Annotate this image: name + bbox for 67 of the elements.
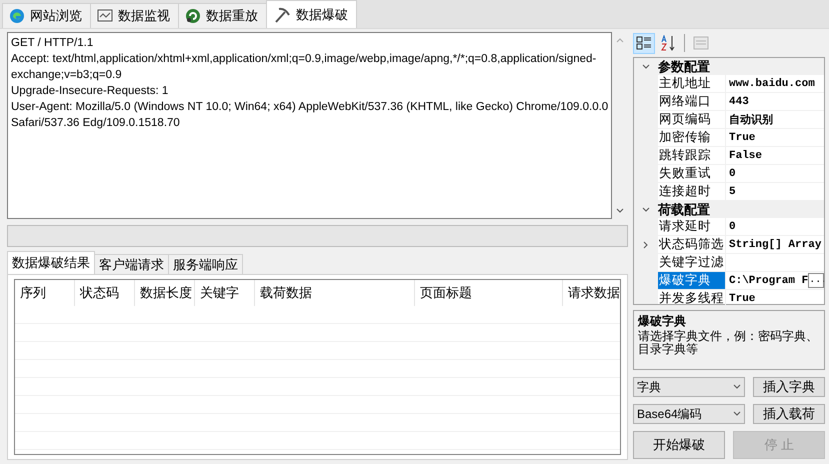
property-value[interactable]: 0 bbox=[729, 220, 736, 232]
property-value[interactable]: True bbox=[729, 292, 756, 304]
request-line: GET / HTTP/1.1 bbox=[11, 36, 94, 51]
property-value[interactable]: C:\Program F bbox=[729, 274, 808, 286]
request-line: Upgrade-Insecure-Requests: 1 bbox=[11, 84, 170, 99]
property-value[interactable]: www.baidu.com bbox=[729, 78, 815, 90]
dropdown-caret-icon[interactable] bbox=[733, 383, 741, 391]
property-value[interactable]: 443 bbox=[729, 96, 749, 108]
start-button[interactable]: 开始爆破 bbox=[633, 431, 726, 459]
tab[interactable]: 数据爆破 bbox=[266, 0, 357, 28]
insert-button[interactable]: 插入载荷 bbox=[753, 404, 826, 424]
tab[interactable]: 服务端响应 bbox=[168, 254, 243, 274]
scroll-down-icon[interactable] bbox=[616, 207, 624, 215]
categorized-icon bbox=[636, 35, 652, 51]
category-label: 荷载配置 bbox=[658, 200, 710, 218]
tab[interactable]: 数据爆破结果 bbox=[7, 251, 95, 274]
column-header[interactable]: 状态码 bbox=[75, 280, 135, 306]
property-name[interactable]: 网页编码 bbox=[658, 111, 726, 128]
description-text: 请选择字典文件，例：密码字典、目录字典等 bbox=[638, 330, 819, 356]
dropdown[interactable]: 字典 bbox=[633, 377, 745, 397]
request-line: User-Agent: Mozilla/5.0 (Windows NT 10.0; Win64; x64) AppleWebKit/537.36 (KHTML, like Gecko) Chrome/109.0.0.0 bbox=[11, 100, 608, 115]
property-name[interactable]: 爆破字典 bbox=[658, 272, 726, 289]
property-name[interactable]: 网络端口 bbox=[658, 93, 726, 110]
property-name[interactable]: 并发多线程 bbox=[658, 290, 726, 307]
collapse-icon[interactable] bbox=[642, 62, 650, 70]
dropdown-caret-icon[interactable] bbox=[733, 410, 741, 418]
tab[interactable]: 数据重放 bbox=[178, 3, 267, 28]
column-header[interactable]: 页面标题 bbox=[415, 280, 563, 306]
request-line: Safari/537.36 Edg/109.0.1518.70 bbox=[11, 116, 181, 131]
property-value[interactable]: True bbox=[729, 132, 756, 144]
property-name[interactable]: 失败重试 bbox=[658, 165, 726, 182]
column-header[interactable]: 数据长度 bbox=[135, 280, 195, 306]
property-value[interactable]: 0 bbox=[729, 168, 736, 180]
sort-alphabetical-icon bbox=[660, 35, 676, 51]
column-header[interactable]: 序列 bbox=[15, 280, 75, 306]
expand-icon[interactable] bbox=[642, 240, 650, 248]
request-line: exchange;v=b3;q=0.9 bbox=[11, 68, 123, 83]
property-pages-icon bbox=[693, 36, 709, 50]
property-name[interactable]: 请求延时 bbox=[658, 218, 726, 235]
pickaxe-icon bbox=[273, 6, 291, 22]
property-value[interactable]: False bbox=[729, 150, 762, 162]
property-name[interactable]: 加密传输 bbox=[658, 129, 726, 146]
replay-icon bbox=[185, 8, 201, 24]
tab[interactable]: 数据监视 bbox=[90, 3, 179, 28]
request-line: Accept: text/html,application/xhtml+xml,application/xml;q=0.9,image/webp,image/apng,*/*;q=0.8,application/signed- bbox=[11, 52, 598, 67]
column-header[interactable]: 载荷数据 bbox=[255, 280, 415, 306]
dropdown[interactable]: Base64编码 bbox=[633, 404, 745, 424]
category-label: 参数配置 bbox=[658, 58, 710, 76]
insert-button[interactable]: 插入字典 bbox=[753, 377, 826, 397]
property-value[interactable]: 5 bbox=[729, 186, 736, 198]
tab[interactable]: 客户端请求 bbox=[94, 254, 169, 274]
property-value[interactable]: 自动识别 bbox=[729, 112, 773, 127]
column-header[interactable]: 请求数据 bbox=[563, 280, 620, 306]
categorized-button[interactable] bbox=[633, 32, 655, 54]
browser-logo-icon bbox=[9, 8, 25, 24]
wave-monitor-icon bbox=[97, 9, 113, 23]
property-name[interactable]: 连接超时 bbox=[658, 183, 726, 200]
property-name[interactable]: 状态码筛选 bbox=[658, 236, 726, 253]
request-editor[interactable] bbox=[7, 32, 612, 219]
property-name[interactable]: 主机地址 bbox=[658, 75, 726, 92]
tab[interactable]: 网站浏览 bbox=[2, 3, 91, 28]
property-name[interactable]: 关键字过滤 bbox=[658, 254, 726, 271]
description-title: 爆破字典 bbox=[638, 313, 687, 330]
property-name[interactable]: 跳转跟踪 bbox=[658, 147, 726, 164]
property-value[interactable]: String[] Array bbox=[729, 238, 822, 250]
column-header[interactable]: 关键字 bbox=[195, 280, 255, 306]
collapse-icon[interactable] bbox=[642, 206, 650, 214]
